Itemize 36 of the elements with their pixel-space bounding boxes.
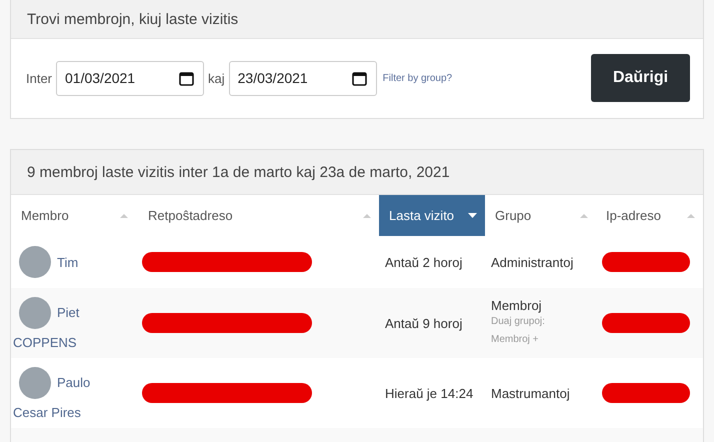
sort-descending-icon: [468, 213, 477, 218]
sort-icon: [580, 214, 588, 218]
member-name-link[interactable]: Paulo: [57, 375, 90, 390]
calendar-icon: [352, 70, 367, 86]
sort-icon: [363, 214, 371, 218]
calendar-icon: [179, 70, 194, 86]
last-visit-text: Antaŭ 2 horoj: [385, 254, 464, 270]
group-text: Mastrumantoj: [491, 386, 571, 400]
group-text: Membroj: [491, 298, 543, 312]
to-label: kaj: [208, 70, 225, 86]
panel-title: Trovi membrojn, kiuj laste vizitis: [27, 10, 238, 28]
column-header[interactable]: Ip-adreso: [596, 195, 703, 236]
last-visit-text: Hieraŭ je 14:24: [385, 386, 474, 400]
member-name-link[interactable]: Cesar Pires: [13, 404, 130, 420]
secondary-groups-text: Membroj +: [491, 332, 540, 346]
member-name-link[interactable]: Tim: [57, 254, 78, 270]
filter-by-group-link[interactable]: Filter by group?: [382, 72, 452, 84]
continue-button[interactable]: Daŭrigi: [591, 54, 690, 102]
from-label: Inter: [26, 70, 52, 86]
avatar-circle: [19, 296, 51, 328]
avatar-circle: [19, 366, 51, 398]
last-visit-text: Antaŭ 9 horoj: [385, 316, 464, 330]
to-date-field[interactable]: 23/03/2021: [228, 60, 377, 96]
sort-icon: [120, 214, 128, 218]
column-header[interactable]: Grupo: [485, 195, 596, 236]
secondary-groups-label: Duaj grupoj:: [491, 314, 546, 328]
column-header[interactable]: Retpoŝtadreso: [136, 195, 379, 236]
results-title: 9 membroj laste vizitis inter 1a de marto kaj 23a de marto, 2021: [27, 164, 450, 180]
member-name-link[interactable]: COPPENS: [13, 334, 130, 350]
member-name-link[interactable]: Piet: [57, 305, 80, 320]
from-date-field[interactable]: 01/03/2021: [56, 60, 204, 96]
avatar-circle: [19, 246, 51, 278]
sort-icon: [687, 214, 695, 218]
column-header[interactable]: Membro: [11, 195, 136, 236]
column-header[interactable]: Lasta vizito: [379, 195, 485, 236]
group-text: Administrantoj: [491, 254, 574, 270]
